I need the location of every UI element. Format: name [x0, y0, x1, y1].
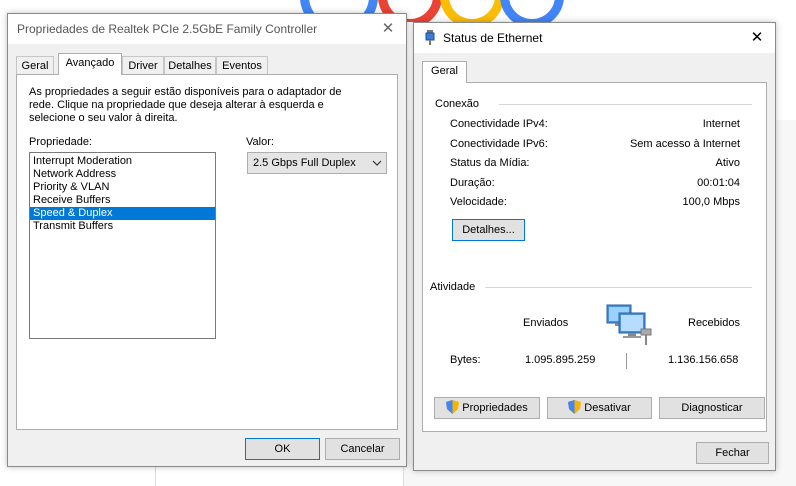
tab-geral-status[interactable]: Geral [422, 61, 467, 83]
activity-heading: Atividade [430, 281, 476, 293]
ipv6-value: Sem acesso à Internet [629, 138, 740, 150]
connection-heading: Conexão [435, 98, 480, 110]
speed-label: Velocidade: [450, 196, 507, 208]
tab-avancado[interactable]: Avançado [58, 53, 122, 75]
cancel-button[interactable]: Cancelar [325, 438, 400, 460]
tab-detalhes[interactable]: Detalhes [164, 56, 216, 74]
advanced-description: As propriedades a seguir estão disponíve… [29, 86, 342, 124]
list-item[interactable]: Transmit Buffers [30, 220, 215, 233]
status-dialog-titlebar[interactable]: Status de Ethernet ✕ [414, 23, 775, 53]
status-panel: Conexão Conectividade IPv4: Internet Con… [422, 82, 767, 432]
property-label: Propriedade: [29, 136, 92, 148]
diagnose-button[interactable]: Diagnosticar [659, 397, 765, 419]
sent-label: Enviados [523, 317, 569, 329]
details-button[interactable]: Detalhes... [452, 219, 525, 241]
adapter-dialog-close-icon[interactable]: ✕ [376, 18, 400, 40]
media-status-value: Ativo [715, 157, 740, 169]
chevron-down-icon [372, 153, 382, 181]
value-label: Valor: [246, 136, 274, 148]
close-button[interactable]: Fechar [696, 442, 769, 464]
activity-separator [626, 353, 627, 369]
list-item[interactable]: Network Address [30, 168, 215, 181]
bytes-sent-value: 1.095.895.259 [525, 354, 596, 366]
ipv6-label: Conectividade IPv6: [450, 138, 548, 150]
properties-button[interactable]: Propriedades [434, 397, 540, 419]
uac-shield-icon [446, 400, 460, 414]
adapter-dialog-title: Propriedades de Realtek PCIe 2.5GbE Fami… [17, 22, 318, 36]
adapter-tab-strip: Geral Avançado Driver Detalhes Eventos [16, 53, 396, 75]
ethernet-icon [424, 30, 436, 48]
network-computers-icon [603, 301, 659, 352]
media-status-label: Status da Mídia: [450, 157, 530, 169]
list-item[interactable]: Receive Buffers [30, 194, 215, 207]
connection-divider [499, 104, 752, 105]
activity-divider [485, 287, 752, 288]
value-dropdown[interactable]: 2.5 Gbps Full Duplex [247, 152, 387, 174]
uac-shield-icon [568, 400, 582, 414]
status-dialog-title: Status de Ethernet [443, 31, 543, 45]
ethernet-status-dialog: Status de Ethernet ✕ Geral Conexão Conec… [413, 22, 776, 471]
speed-value: 100,0 Mbps [682, 196, 740, 208]
tab-driver[interactable]: Driver [122, 56, 164, 74]
list-item[interactable]: Interrupt Moderation [30, 155, 215, 168]
list-item[interactable]: Priority & VLAN [30, 181, 215, 194]
adapter-dialog-titlebar[interactable]: Propriedades de Realtek PCIe 2.5GbE Fami… [8, 14, 406, 44]
value-dropdown-text: 2.5 Gbps Full Duplex [253, 157, 356, 169]
bytes-received-value: 1.136.156.658 [668, 354, 739, 366]
ipv4-label: Conectividade IPv4: [450, 118, 548, 130]
received-label: Recebidos [688, 317, 740, 329]
tab-eventos[interactable]: Eventos [216, 56, 268, 74]
list-item-selected[interactable]: Speed & Duplex [30, 207, 215, 220]
disable-button[interactable]: Desativar [547, 397, 652, 419]
bytes-label: Bytes: [450, 354, 481, 366]
tab-geral[interactable]: Geral [16, 56, 54, 74]
background-page-sidebar [0, 465, 156, 486]
duration-label: Duração: [450, 177, 495, 189]
ok-button[interactable]: OK [245, 438, 320, 460]
advanced-tab-panel: As propriedades a seguir estão disponíve… [16, 74, 398, 430]
adapter-properties-dialog: Propriedades de Realtek PCIe 2.5GbE Fami… [7, 13, 407, 467]
status-dialog-close-icon[interactable]: ✕ [745, 27, 769, 49]
duration-value: 00:01:04 [697, 177, 740, 189]
property-list[interactable]: Interrupt Moderation Network Address Pri… [29, 152, 216, 339]
ipv4-value: Internet [702, 118, 740, 130]
